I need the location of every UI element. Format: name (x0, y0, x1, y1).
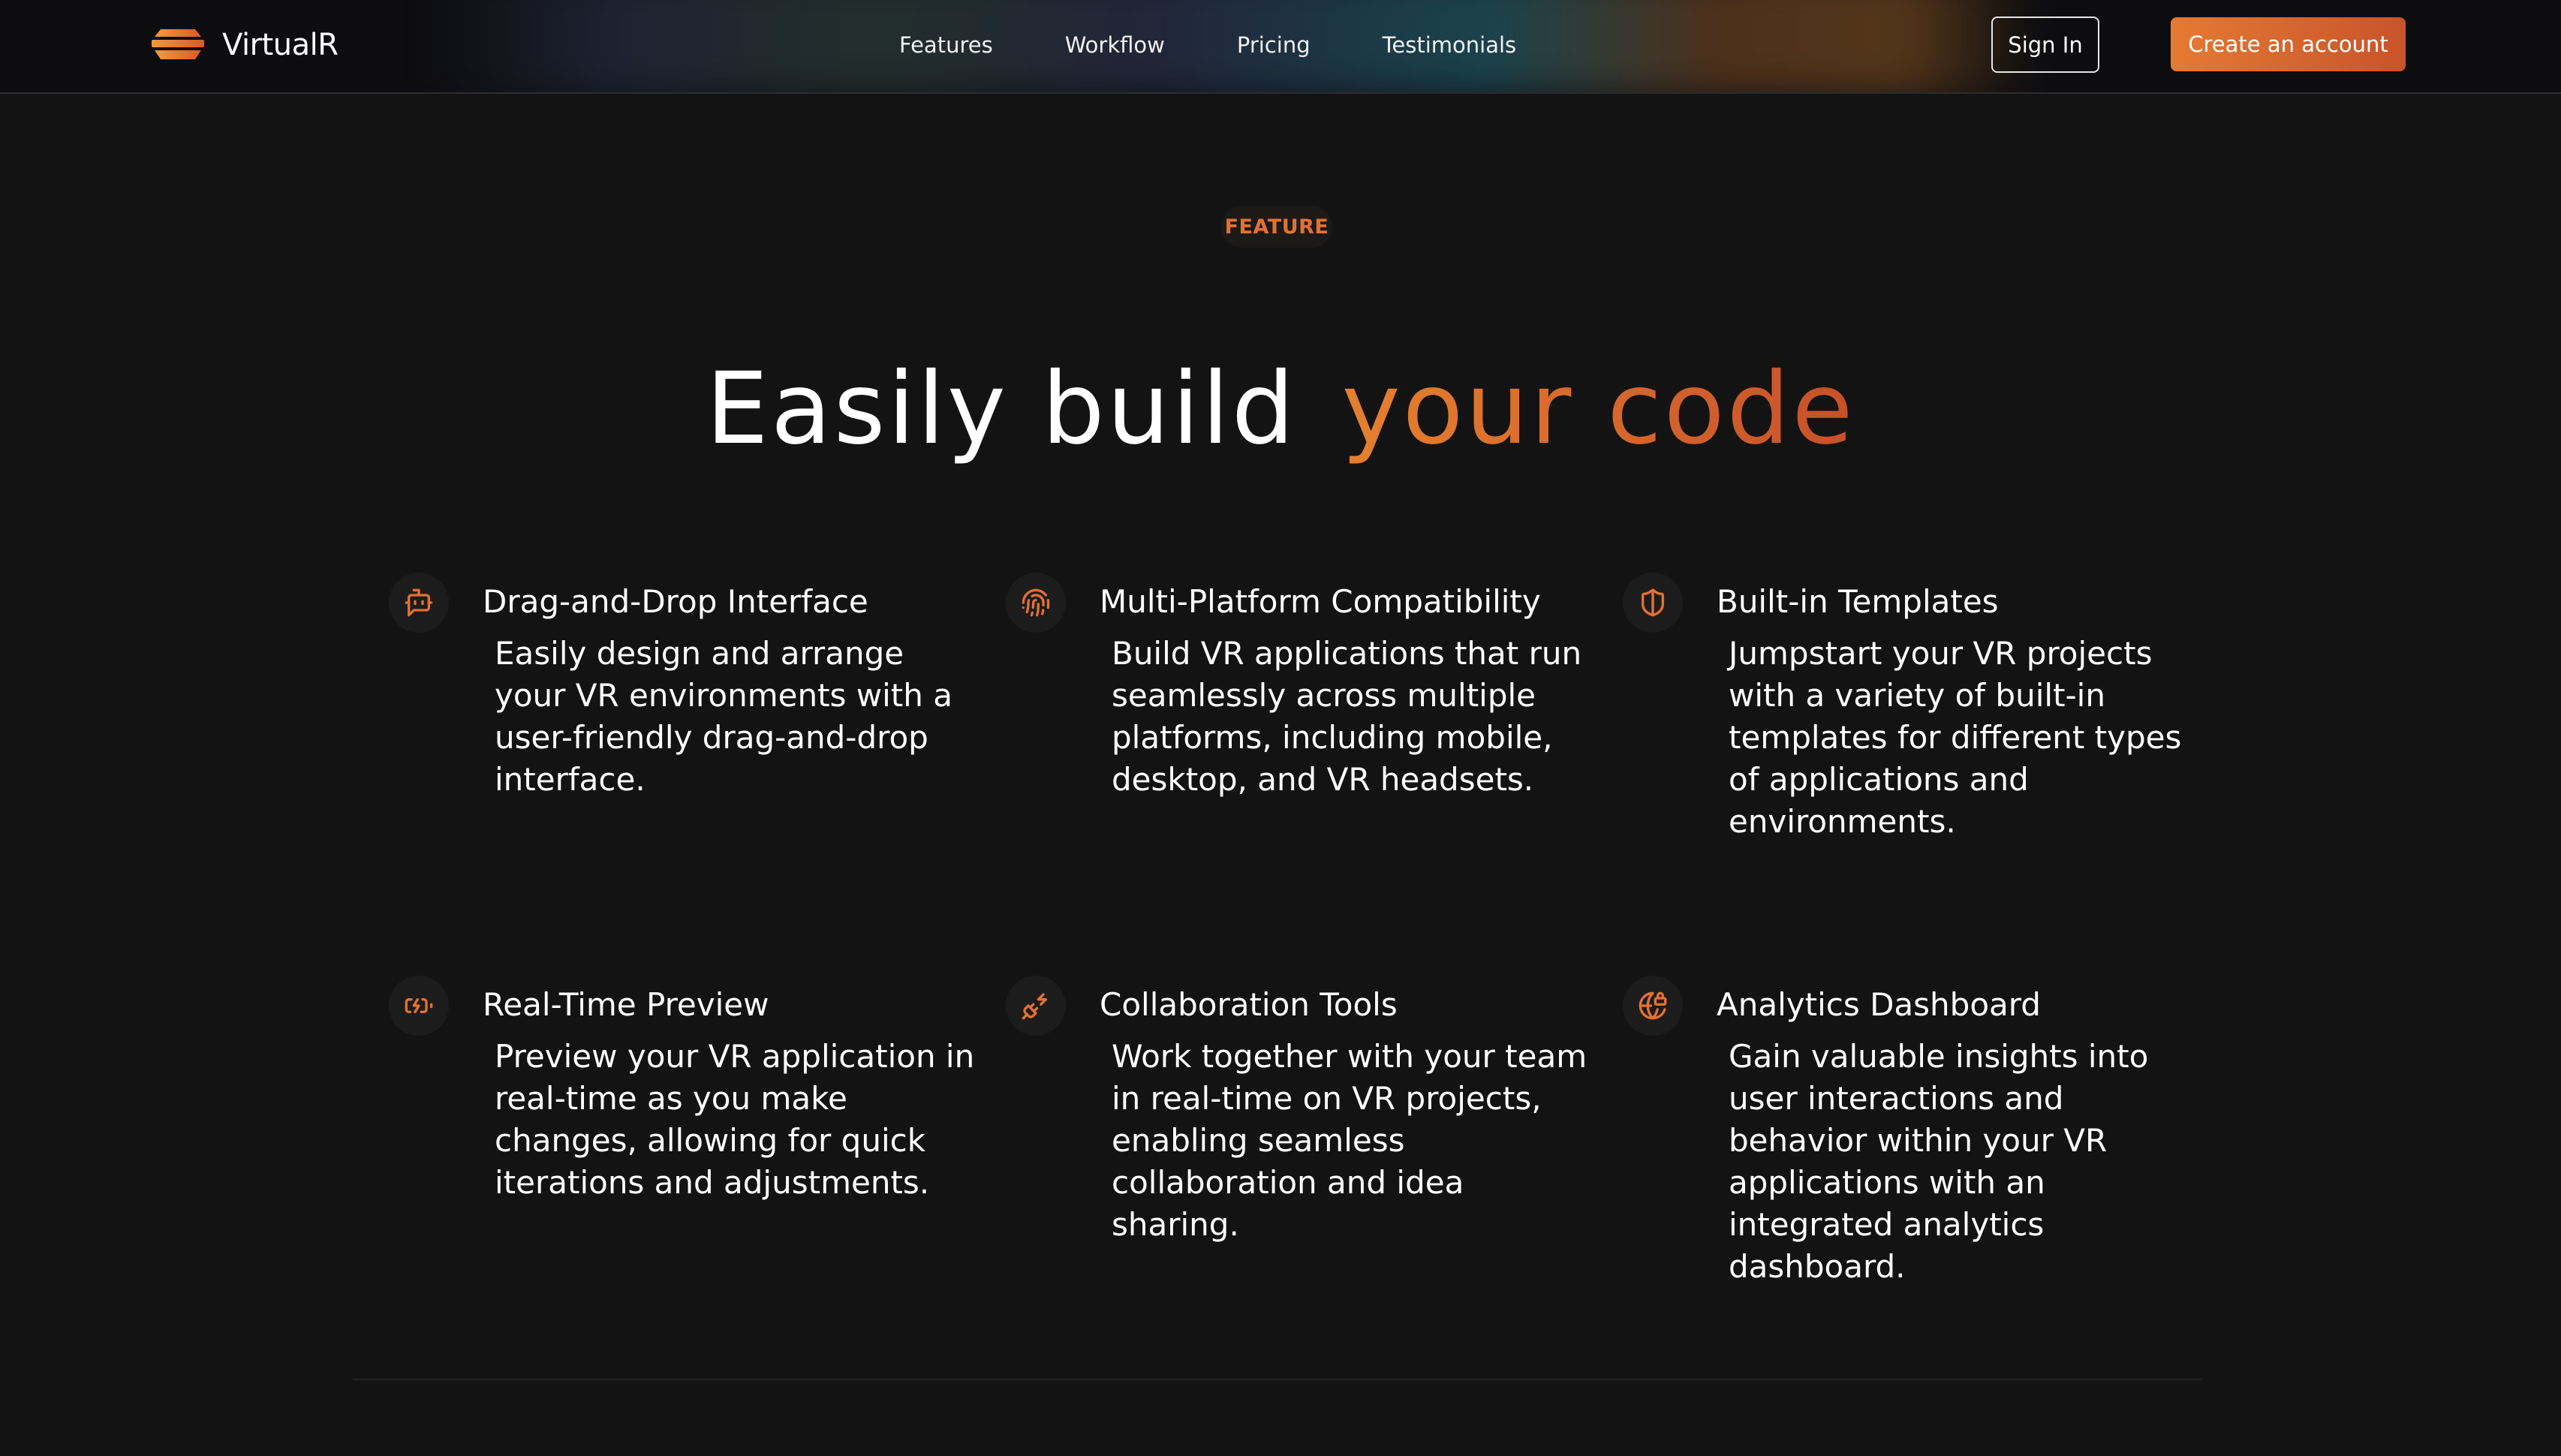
page-title: Easily build your code (0, 341, 2561, 477)
section-badge: FEATURE (1221, 206, 1332, 248)
fingerprint-icon (1022, 588, 1050, 617)
feature-icon-wrap (1006, 976, 1066, 1036)
plug-zap-icon (1022, 993, 1047, 1020)
feature-title: Built-in Templates (1717, 583, 1999, 620)
feature-icon-wrap (1623, 976, 1683, 1036)
feature-title: Drag-and-Drop Interface (483, 583, 868, 620)
feature-title: Multi-Platform Compatibility (1100, 583, 1541, 620)
main-nav: Features Workflow Pricing Testimonials (899, 0, 1516, 89)
nav-link-testimonials[interactable]: Testimonials (1383, 32, 1517, 58)
feature-description: Gain valuable insights into user interac… (1729, 1038, 2149, 1285)
feature-description: Preview your VR application in real-time… (495, 1038, 975, 1201)
shield-half-icon (1642, 588, 1664, 617)
feature-title: Analytics Dashboard (1717, 986, 2041, 1023)
feature-description: Work together with your team in real-tim… (1112, 1038, 1587, 1243)
bot-icon (405, 588, 433, 617)
battery-charging-icon (405, 998, 433, 1013)
nav-link-pricing[interactable]: Pricing (1237, 32, 1311, 58)
section-divider (353, 1379, 2201, 1380)
feature-title: Collaboration Tools (1100, 986, 1398, 1023)
site-header: VirtualR Features Workflow Pricing Testi… (0, 0, 2561, 94)
headline-white-text: Easily build (706, 351, 1297, 467)
feature-title: Real-Time Preview (483, 986, 769, 1023)
feature-icon-wrap (389, 976, 449, 1036)
nav-link-workflow[interactable]: Workflow (1065, 32, 1165, 58)
feature-description: Jumpstart your VR projects with a variet… (1729, 635, 2182, 840)
headline-accent-text: your code (1341, 351, 1855, 467)
feature-description: Easily design and arrange your VR enviro… (495, 635, 952, 798)
feature-icon-wrap (1006, 573, 1066, 633)
sign-in-button[interactable]: Sign In (1991, 17, 2099, 73)
virtualr-logo-icon (152, 29, 204, 59)
nav-link-features[interactable]: Features (899, 32, 993, 58)
globe-lock-icon (1639, 991, 1667, 1020)
brand-logo-link[interactable]: VirtualR (150, 23, 339, 68)
brand-name: VirtualR (222, 28, 339, 62)
feature-icon-wrap (1623, 573, 1683, 633)
feature-description: Build VR applications that run seamlessl… (1112, 635, 1582, 798)
feature-icon-wrap (389, 573, 449, 633)
create-account-button[interactable]: Create an account (2171, 17, 2406, 71)
